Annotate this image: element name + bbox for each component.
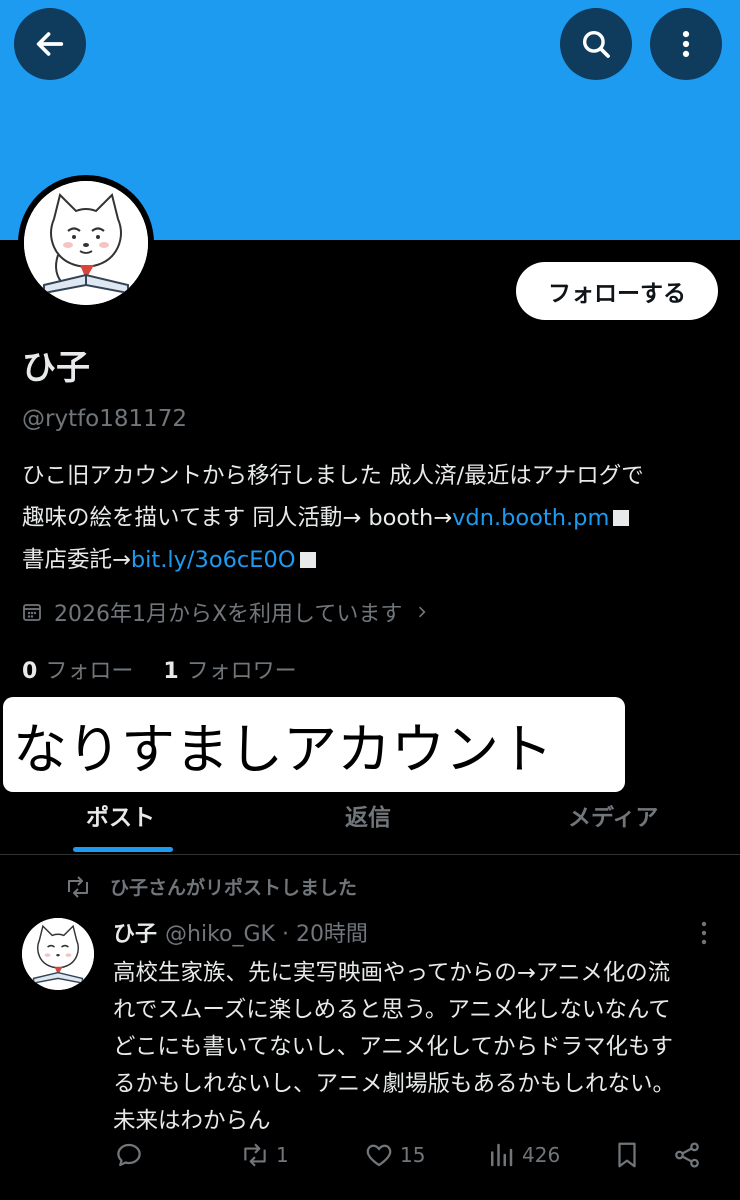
joined-date-row[interactable]: 2026年1月からXを利用しています [22,596,430,628]
following-label: フォロー [45,659,134,684]
repost-icon [68,875,88,898]
bio-line: ひこ旧アカウントから移行しました 成人済/最近はアナログで [22,463,644,489]
post-author-meta: @hiko_GK · 20時間 [165,922,368,947]
repost-icon [244,1143,266,1167]
follow-button[interactable]: フォローする [516,262,718,320]
post-more-icon[interactable] [700,920,708,946]
back-button[interactable] [14,8,86,80]
tab-replies[interactable]: 返信 [345,798,391,832]
post-author-avatar[interactable] [22,918,94,990]
booth-link[interactable]: vdn.booth.pm [452,505,609,531]
views-chart-icon [491,1143,513,1167]
cat-character-icon [22,918,94,990]
followers-label: フォロワー [186,659,297,684]
profile-avatar[interactable] [18,175,154,311]
bookmark-button[interactable] [612,1140,642,1170]
post-text: 高校生家族、先に実写映画やってからの→アニメ化の流 れでスムーズに楽しめると思う… [113,955,723,1140]
profile-bio: ひこ旧アカウントから移行しました 成人済/最近はアナログで 趣味の絵を描いてます… [22,455,727,581]
tab-posts[interactable]: ポスト [86,798,155,832]
follow-stats: 0 フォロー 1 フォロワー [22,653,297,685]
post-text-line: 高校生家族、先に実写映画やってからの→アニメ化の流 [113,960,671,986]
repost-text: ひ子さんがリポストしました [110,877,358,899]
share-button[interactable] [672,1140,702,1170]
heart-icon [366,1144,392,1167]
like-count: 15 [400,1143,426,1167]
cat-character-icon [24,181,148,305]
bio-text: 書店委託→ [22,547,131,573]
followers-link[interactable]: 1 フォロワー [163,653,296,685]
post-text-line: どこにも書いてないし、アニメ化してからドラマ化もす [113,1034,674,1060]
bitly-link[interactable]: bit.ly/3o6cE0O [131,547,296,573]
share-icon [675,1142,699,1168]
post-author-name[interactable]: ひ子 [113,922,157,947]
search-icon [582,30,610,58]
post-text-line: るかもしれないし、アニメ劇場版もあるかもしれない。 [113,1071,676,1097]
profile-handle: @rytfo181172 [22,406,188,432]
calendar-icon [23,604,41,621]
bio-line: 趣味の絵を描いてます 同人活動→ booth→vdn.booth.pm [22,497,727,539]
search-button[interactable] [560,8,632,80]
chevron-right-icon [419,606,426,618]
post-actions: 1 15 426 [0,1136,740,1176]
post-header: ひ子 @hiko_GK · 20時間 [113,916,368,948]
profile-tabs: ポスト 返信 メディア [0,790,740,855]
profile-name: ひ子 [22,348,90,388]
reply-icon [117,1143,141,1167]
bookmark-icon [618,1142,636,1168]
repost-indicator: ひ子さんがリポストしました [64,873,357,900]
arrow-left-icon [36,32,64,56]
views-count: 426 [522,1143,561,1167]
square-glyph [613,510,630,526]
bio-text: 趣味の絵を描いてます 同人活動→ booth→ [22,505,453,531]
impersonation-caption: なりすましアカウント [3,697,625,792]
post-text-line: れでスムーズに楽しめると思う。アニメ化しないなんて [113,997,671,1023]
views-button[interactable]: 426 [486,1140,560,1170]
following-link[interactable]: 0 フォロー [22,653,133,685]
like-button[interactable]: 15 [364,1140,425,1170]
reply-button[interactable] [114,1140,144,1170]
joined-text: 2026年1月からXを利用しています [54,602,403,627]
repost-count: 1 [276,1143,289,1167]
bio-line: 書店委託→bit.ly/3o6cE0O [22,539,727,581]
following-count: 0 [22,659,38,684]
post-text-line: 未来はわからん [113,1108,271,1134]
tab-media[interactable]: メディア [568,798,658,832]
more-options-button[interactable] [650,8,722,80]
more-vertical-icon [682,30,690,58]
followers-count: 1 [163,659,179,684]
square-glyph [299,552,316,568]
repost-button[interactable]: 1 [240,1140,289,1170]
active-tab-indicator [73,847,173,852]
